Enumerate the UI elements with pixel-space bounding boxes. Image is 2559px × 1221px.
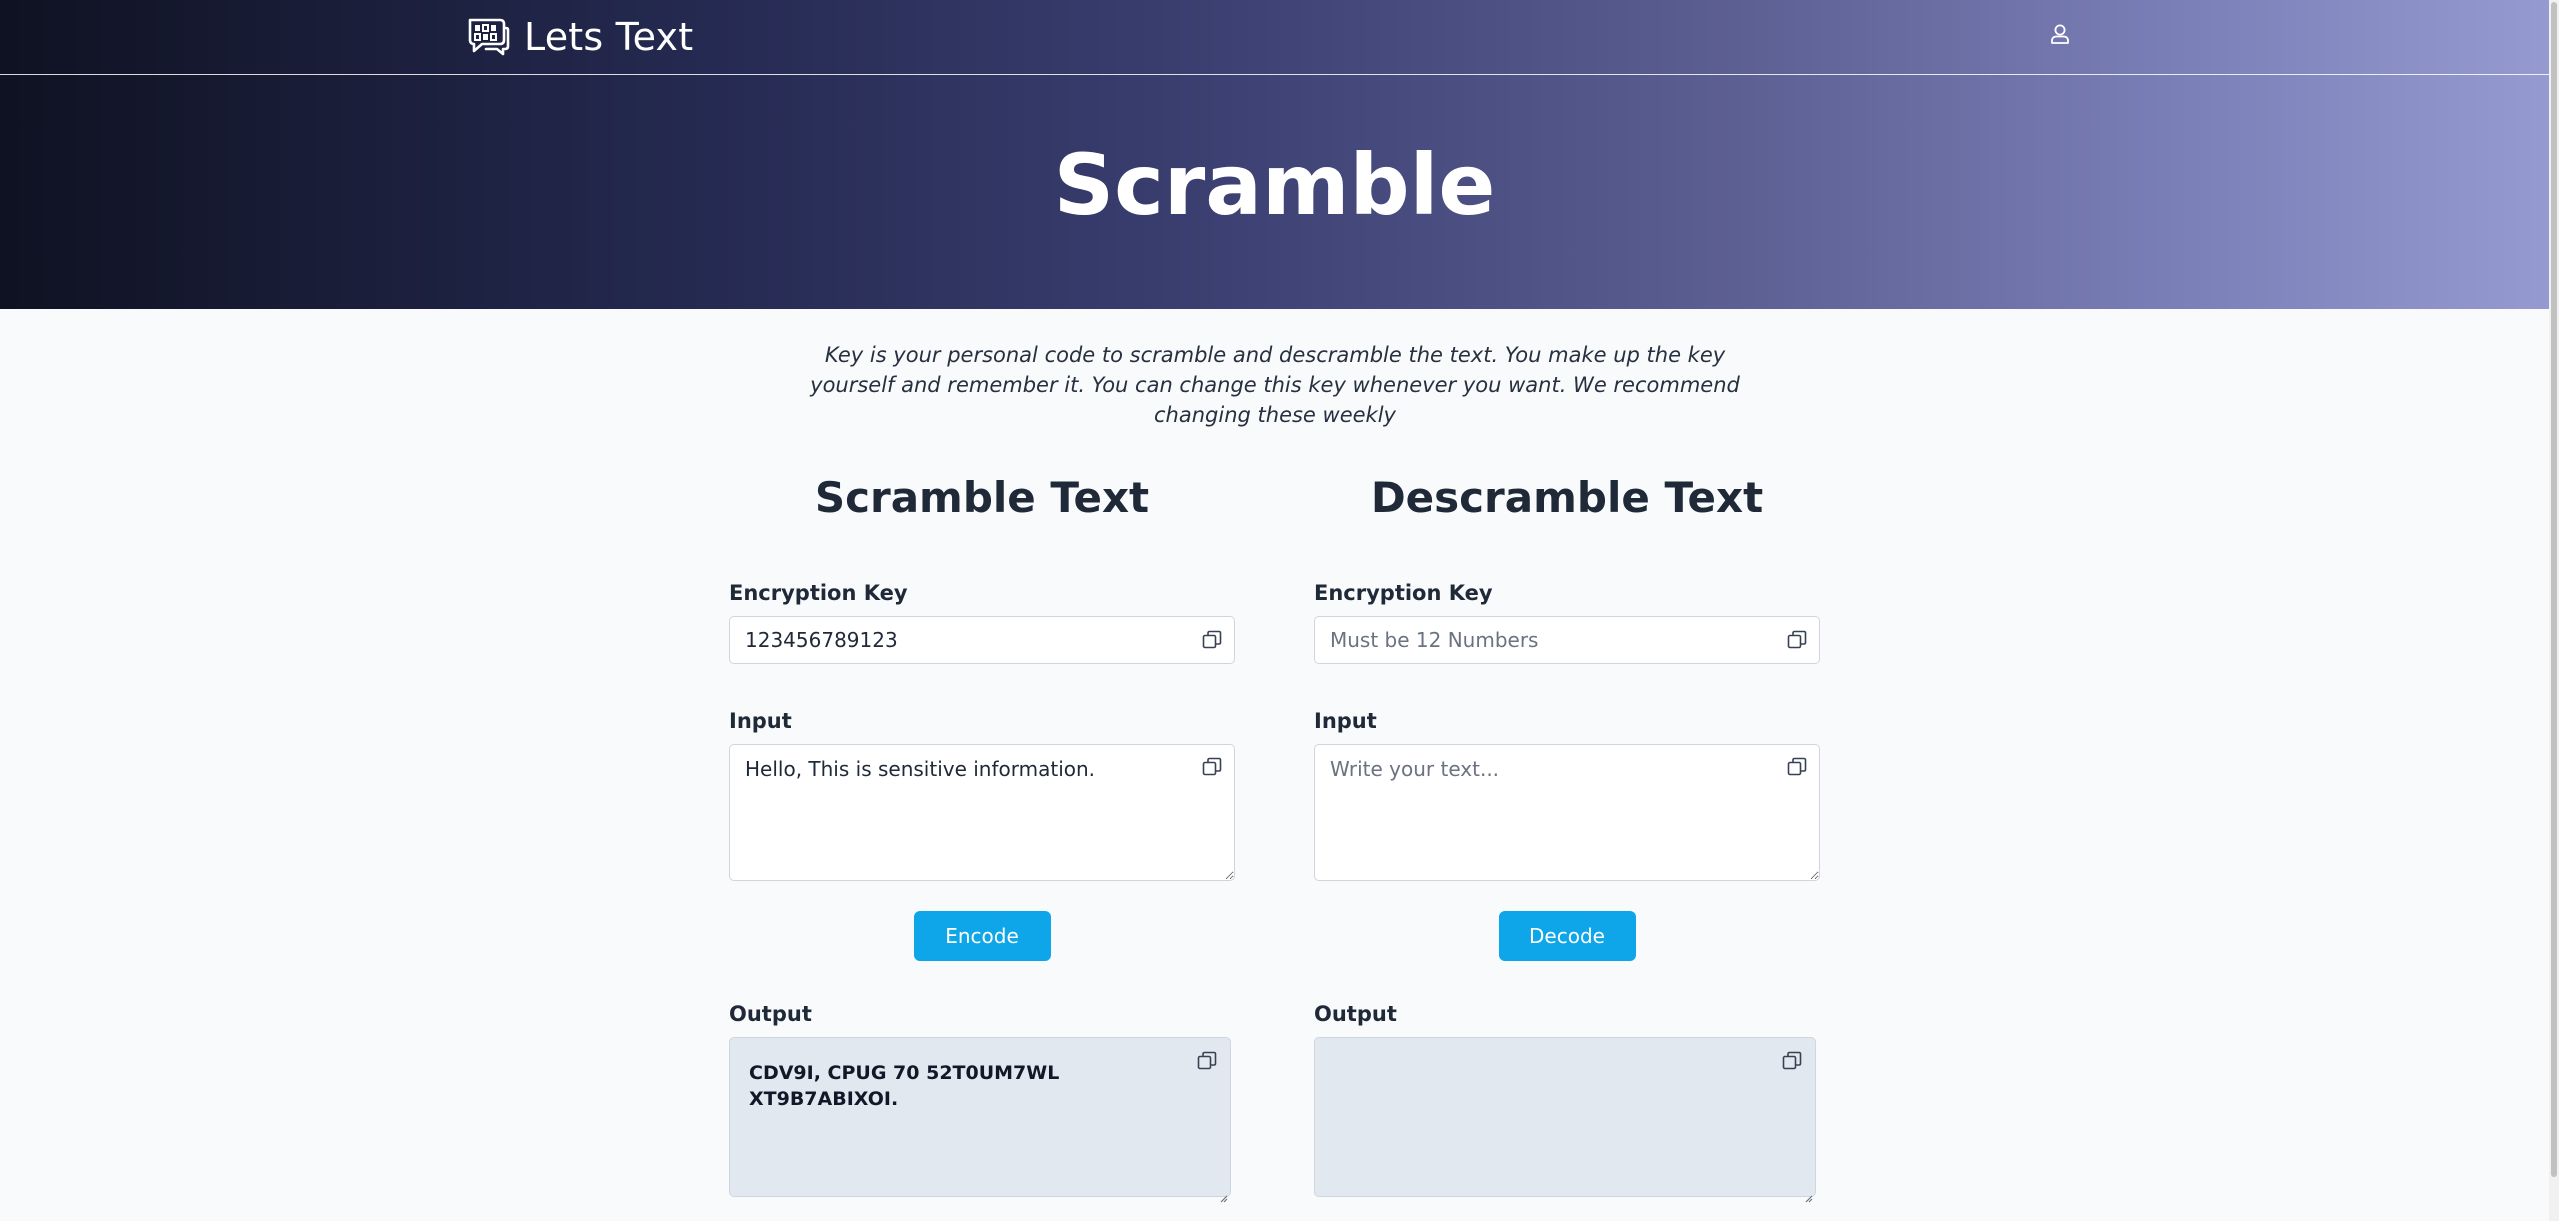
page: Lets Text Scramble Key is your personal … xyxy=(0,0,2549,1221)
copy-icon[interactable] xyxy=(1196,1050,1218,1072)
brand-link[interactable]: Lets Text xyxy=(466,12,693,62)
user-icon xyxy=(2050,23,2070,49)
descramble-key-label: Encryption Key xyxy=(1314,581,1493,605)
scrollbar-thumb[interactable] xyxy=(2551,2,2557,1177)
copy-icon[interactable] xyxy=(1786,629,1808,651)
descramble-input-label: Input xyxy=(1314,709,1377,733)
hero-header: Lets Text Scramble xyxy=(0,0,2549,309)
user-account-button[interactable] xyxy=(2046,22,2074,50)
descramble-output-label: Output xyxy=(1314,1002,1397,1026)
scramble-input-textarea[interactable]: Hello, This is sensitive information. xyxy=(729,744,1235,881)
resize-grip-icon[interactable] xyxy=(1218,1184,1228,1203)
scramble-key-wrapper xyxy=(729,616,1235,664)
copy-icon[interactable] xyxy=(1201,756,1223,778)
decode-button[interactable]: Decode xyxy=(1498,911,1636,961)
encode-button-row: Encode xyxy=(729,911,1235,961)
copy-icon[interactable] xyxy=(1781,1050,1803,1072)
page-title: Scramble xyxy=(1053,136,1496,234)
scramble-key-input[interactable] xyxy=(729,616,1235,664)
scramble-title: Scramble Text xyxy=(814,473,1150,522)
descramble-input-wrapper xyxy=(1314,744,1820,881)
descramble-panel: Descramble Text Encryption Key Input xyxy=(1314,470,1820,1203)
descramble-output[interactable] xyxy=(1314,1037,1816,1203)
descramble-title: Descramble Text xyxy=(1370,473,1764,522)
navbar: Lets Text xyxy=(0,0,2549,75)
descramble-input-textarea[interactable] xyxy=(1314,744,1820,881)
scramble-key-label: Encryption Key xyxy=(729,581,908,605)
copy-icon[interactable] xyxy=(1201,629,1223,651)
scramble-panel: Scramble Text Encryption Key Input Hello… xyxy=(729,470,1235,1203)
intro-description: Key is your personal code to scramble an… xyxy=(810,343,1740,427)
descramble-key-wrapper xyxy=(1314,616,1820,664)
scramble-input-label: Input xyxy=(729,709,792,733)
scramble-output-label: Output xyxy=(729,1002,812,1026)
scramble-input-wrapper: Hello, This is sensitive information. xyxy=(729,744,1235,881)
descramble-key-input[interactable] xyxy=(1314,616,1820,664)
resize-grip-icon[interactable] xyxy=(1803,1184,1813,1203)
chat-bubbles-logo-icon xyxy=(466,16,510,58)
copy-icon[interactable] xyxy=(1786,756,1808,778)
page-scrollbar[interactable] xyxy=(2549,0,2559,1221)
scramble-output-text: CDV9I, CPUG 70 52T0UM7WL XT9B7ABIXOI. xyxy=(749,1062,1060,1110)
encode-button[interactable]: Encode xyxy=(913,911,1051,961)
decode-button-row: Decode xyxy=(1314,911,1820,961)
scramble-output[interactable]: CDV9I, CPUG 70 52T0UM7WL XT9B7ABIXOI. xyxy=(729,1037,1231,1203)
brand-name: Lets Text xyxy=(524,15,694,59)
